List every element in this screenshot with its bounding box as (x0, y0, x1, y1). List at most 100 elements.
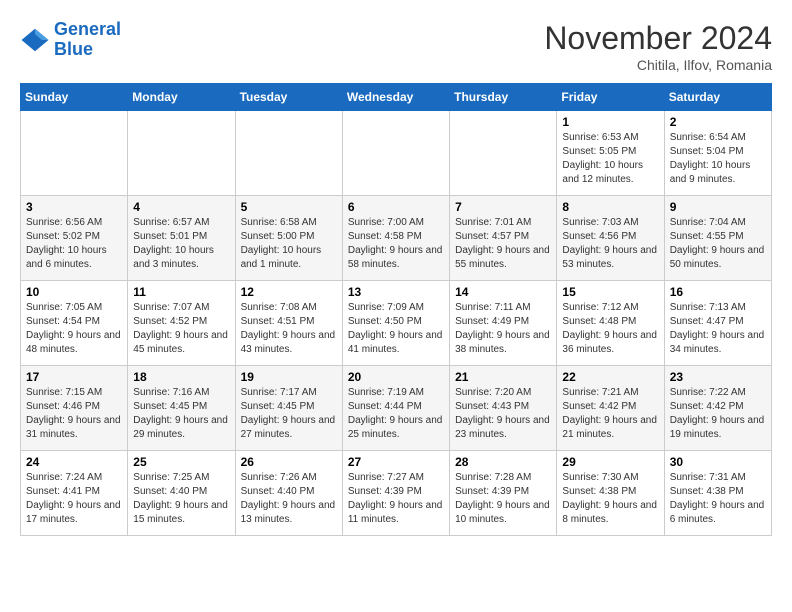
weekday-header: Monday (128, 84, 235, 111)
day-info: Sunrise: 7:00 AM Sunset: 4:58 PM Dayligh… (348, 216, 444, 272)
calendar-cell: 10 Sunrise: 7:05 AM Sunset: 4:54 PM Dayli… (21, 281, 128, 366)
calendar-cell: 5Sunrise: 6:58 AM Sunset: 5:00 PM Daylig… (235, 196, 342, 281)
weekday-header: Friday (557, 84, 664, 111)
calendar-cell: 21 Sunrise: 7:20 AM Sunset: 4:43 PM Dayli… (450, 366, 557, 451)
weekday-header: Saturday (664, 84, 771, 111)
day-info: Sunrise: 7:27 AM Sunset: 4:39 PM Dayligh… (348, 471, 444, 527)
day-info: Sunrise: 7:22 AM Sunset: 4:42 PM Dayligh… (670, 386, 766, 442)
day-number: 1 (562, 115, 658, 129)
calendar-week-row: 1 Sunrise: 6:53 AM Sunset: 5:05 PM Daylig… (21, 111, 772, 196)
weekday-header: Tuesday (235, 84, 342, 111)
day-info: Sunrise: 7:11 AM Sunset: 4:49 PM Dayligh… (455, 301, 551, 357)
calendar-cell: 30Sunrise: 7:31 AM Sunset: 4:38 PM Dayli… (664, 451, 771, 536)
location: Chitila, Ilfov, Romania (544, 57, 772, 73)
calendar-cell: 17Sunrise: 7:15 AM Sunset: 4:46 PM Dayli… (21, 366, 128, 451)
logo-text: General Blue (54, 20, 121, 60)
weekday-header: Wednesday (342, 84, 449, 111)
weekday-header: Sunday (21, 84, 128, 111)
calendar-header: SundayMondayTuesdayWednesdayThursdayFrid… (21, 84, 772, 111)
calendar-cell: 9 Sunrise: 7:04 AM Sunset: 4:55 PM Daylig… (664, 196, 771, 281)
day-number: 24 (26, 455, 122, 469)
day-info: Sunrise: 7:08 AM Sunset: 4:51 PM Dayligh… (241, 301, 337, 357)
day-info: Sunrise: 7:30 AM Sunset: 4:38 PM Dayligh… (562, 471, 658, 527)
day-number: 26 (241, 455, 337, 469)
weekday-header-row: SundayMondayTuesdayWednesdayThursdayFrid… (21, 84, 772, 111)
weekday-header: Thursday (450, 84, 557, 111)
calendar-cell: 28Sunrise: 7:28 AM Sunset: 4:39 PM Dayli… (450, 451, 557, 536)
logo-line1: General (54, 19, 121, 39)
day-number: 18 (133, 370, 229, 384)
day-number: 10 (26, 285, 122, 299)
calendar-cell: 24 Sunrise: 7:24 AM Sunset: 4:41 PM Dayli… (21, 451, 128, 536)
calendar-cell: 26 Sunrise: 7:26 AM Sunset: 4:40 PM Dayli… (235, 451, 342, 536)
day-number: 25 (133, 455, 229, 469)
day-info: Sunrise: 7:15 AM Sunset: 4:46 PM Dayligh… (26, 386, 122, 442)
day-info: Sunrise: 7:31 AM Sunset: 4:38 PM Dayligh… (670, 471, 766, 527)
day-info: Sunrise: 7:17 AM Sunset: 4:45 PM Dayligh… (241, 386, 337, 442)
day-info: Sunrise: 7:09 AM Sunset: 4:50 PM Dayligh… (348, 301, 444, 357)
calendar-cell: 11 Sunrise: 7:07 AM Sunset: 4:52 PM Dayli… (128, 281, 235, 366)
calendar-cell (128, 111, 235, 196)
calendar-cell: 27 Sunrise: 7:27 AM Sunset: 4:39 PM Dayli… (342, 451, 449, 536)
calendar-cell (342, 111, 449, 196)
day-info: Sunrise: 7:04 AM Sunset: 4:55 PM Dayligh… (670, 216, 766, 272)
day-number: 6 (348, 200, 444, 214)
calendar-cell (450, 111, 557, 196)
day-info: Sunrise: 7:07 AM Sunset: 4:52 PM Dayligh… (133, 301, 229, 357)
day-info: Sunrise: 7:20 AM Sunset: 4:43 PM Dayligh… (455, 386, 551, 442)
calendar-cell: 3Sunrise: 6:56 AM Sunset: 5:02 PM Daylig… (21, 196, 128, 281)
day-info: Sunrise: 7:28 AM Sunset: 4:39 PM Dayligh… (455, 471, 551, 527)
day-info: Sunrise: 6:53 AM Sunset: 5:05 PM Dayligh… (562, 131, 658, 187)
day-info: Sunrise: 7:12 AM Sunset: 4:48 PM Dayligh… (562, 301, 658, 357)
calendar-cell: 20Sunrise: 7:19 AM Sunset: 4:44 PM Dayli… (342, 366, 449, 451)
calendar-cell (235, 111, 342, 196)
calendar-cell: 6 Sunrise: 7:00 AM Sunset: 4:58 PM Daylig… (342, 196, 449, 281)
logo-icon (20, 25, 50, 55)
day-number: 19 (241, 370, 337, 384)
day-info: Sunrise: 6:58 AM Sunset: 5:00 PM Dayligh… (241, 216, 337, 272)
calendar-cell: 4 Sunrise: 6:57 AM Sunset: 5:01 PM Daylig… (128, 196, 235, 281)
day-number: 16 (670, 285, 766, 299)
day-number: 8 (562, 200, 658, 214)
calendar-cell: 12 Sunrise: 7:08 AM Sunset: 4:51 PM Dayli… (235, 281, 342, 366)
day-number: 13 (348, 285, 444, 299)
calendar-cell: 16 Sunrise: 7:13 AM Sunset: 4:47 PM Dayli… (664, 281, 771, 366)
day-info: Sunrise: 7:13 AM Sunset: 4:47 PM Dayligh… (670, 301, 766, 357)
month-title: November 2024 (544, 20, 772, 57)
calendar-week-row: 24 Sunrise: 7:24 AM Sunset: 4:41 PM Dayli… (21, 451, 772, 536)
calendar-cell: 23 Sunrise: 7:22 AM Sunset: 4:42 PM Dayli… (664, 366, 771, 451)
day-info: Sunrise: 6:57 AM Sunset: 5:01 PM Dayligh… (133, 216, 229, 272)
day-number: 12 (241, 285, 337, 299)
day-number: 9 (670, 200, 766, 214)
page-header: General Blue November 2024 Chitila, Ilfo… (20, 20, 772, 73)
day-number: 11 (133, 285, 229, 299)
logo: General Blue (20, 20, 121, 60)
calendar-cell: 7Sunrise: 7:01 AM Sunset: 4:57 PM Daylig… (450, 196, 557, 281)
calendar-cell: 22Sunrise: 7:21 AM Sunset: 4:42 PM Dayli… (557, 366, 664, 451)
day-number: 4 (133, 200, 229, 214)
calendar-cell: 19 Sunrise: 7:17 AM Sunset: 4:45 PM Dayli… (235, 366, 342, 451)
day-info: Sunrise: 6:56 AM Sunset: 5:02 PM Dayligh… (26, 216, 122, 272)
day-number: 21 (455, 370, 551, 384)
calendar-cell: 29 Sunrise: 7:30 AM Sunset: 4:38 PM Dayli… (557, 451, 664, 536)
calendar-cell (21, 111, 128, 196)
calendar-cell: 8 Sunrise: 7:03 AM Sunset: 4:56 PM Daylig… (557, 196, 664, 281)
day-info: Sunrise: 7:19 AM Sunset: 4:44 PM Dayligh… (348, 386, 444, 442)
day-info: Sunrise: 7:24 AM Sunset: 4:41 PM Dayligh… (26, 471, 122, 527)
day-number: 15 (562, 285, 658, 299)
logo-line2: Blue (54, 39, 93, 59)
day-info: Sunrise: 7:03 AM Sunset: 4:56 PM Dayligh… (562, 216, 658, 272)
day-number: 23 (670, 370, 766, 384)
calendar-week-row: 10 Sunrise: 7:05 AM Sunset: 4:54 PM Dayli… (21, 281, 772, 366)
calendar-cell: 1 Sunrise: 6:53 AM Sunset: 5:05 PM Daylig… (557, 111, 664, 196)
day-number: 29 (562, 455, 658, 469)
calendar-cell: 14 Sunrise: 7:11 AM Sunset: 4:49 PM Dayli… (450, 281, 557, 366)
calendar-cell: 15 Sunrise: 7:12 AM Sunset: 4:48 PM Dayli… (557, 281, 664, 366)
day-number: 7 (455, 200, 551, 214)
day-number: 2 (670, 115, 766, 129)
day-info: Sunrise: 7:05 AM Sunset: 4:54 PM Dayligh… (26, 301, 122, 357)
day-info: Sunrise: 7:26 AM Sunset: 4:40 PM Dayligh… (241, 471, 337, 527)
day-number: 14 (455, 285, 551, 299)
day-number: 27 (348, 455, 444, 469)
calendar-week-row: 17Sunrise: 7:15 AM Sunset: 4:46 PM Dayli… (21, 366, 772, 451)
